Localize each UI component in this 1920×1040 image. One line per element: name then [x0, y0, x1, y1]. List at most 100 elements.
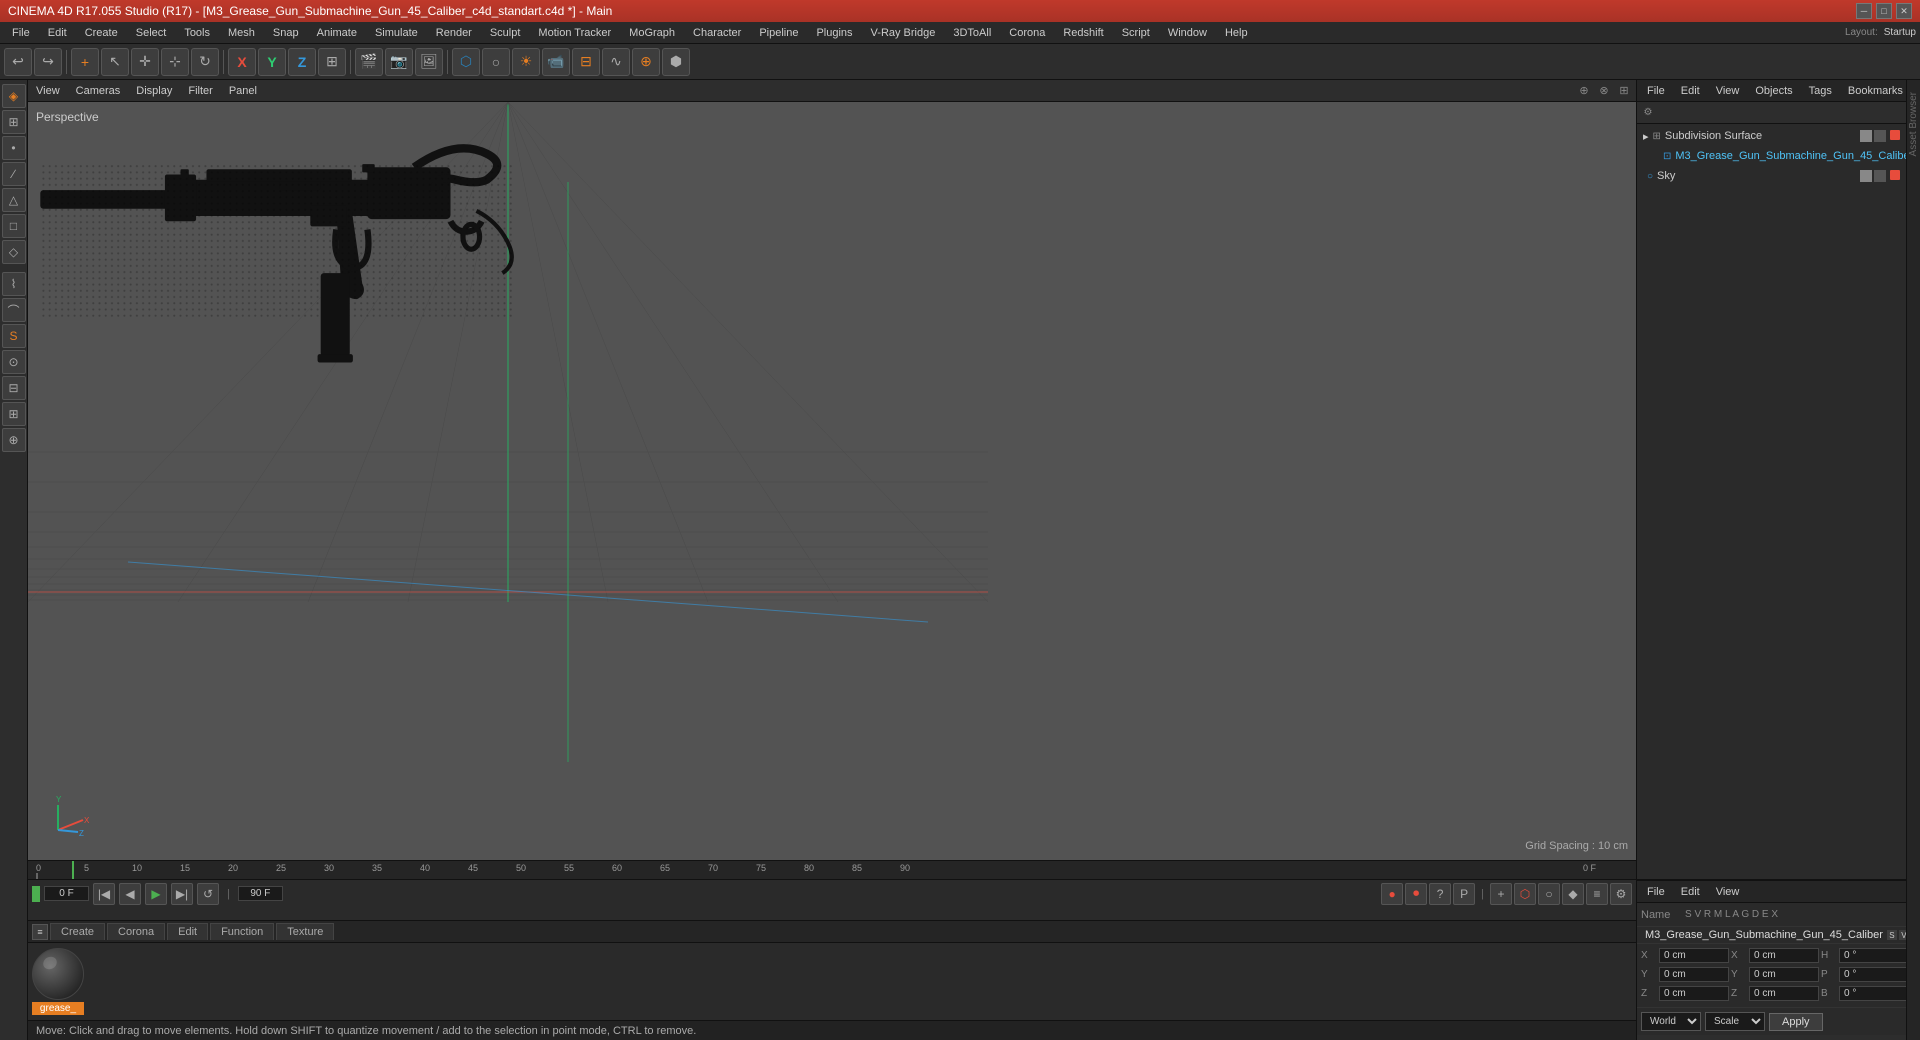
remove-keyframe-button[interactable]: ⬡	[1514, 883, 1536, 905]
om-menu-objects[interactable]: Objects	[1749, 83, 1798, 99]
menu-3dtoall[interactable]: 3DToAll	[945, 25, 999, 41]
tool-line[interactable]: ⌇	[2, 272, 26, 296]
render-button[interactable]: 🎬	[355, 48, 383, 76]
object-item-gun[interactable]: ⊡ M3_Grease_Gun_Submachine_Gun_45_Calibe…	[1639, 146, 1904, 166]
scale-select[interactable]: Scale	[1705, 1012, 1765, 1031]
viewport-menu-filter[interactable]: Filter	[184, 83, 216, 99]
menu-vray[interactable]: V-Ray Bridge	[863, 25, 944, 41]
timeline-cursor[interactable]	[72, 861, 74, 879]
floor-button[interactable]: ⊟	[572, 48, 600, 76]
menu-redshift[interactable]: Redshift	[1055, 25, 1111, 41]
attr-x-pos-input[interactable]	[1659, 948, 1729, 963]
om-menu-file[interactable]: File	[1641, 83, 1671, 99]
menu-motion-tracker[interactable]: Motion Tracker	[530, 25, 619, 41]
maximize-button[interactable]: □	[1876, 3, 1892, 19]
tool-mesh[interactable]: ⊞	[2, 402, 26, 426]
attr-z-pos-input[interactable]	[1659, 986, 1729, 1001]
add-keyframe-button[interactable]: +	[1490, 883, 1512, 905]
tool-grid[interactable]: ⊟	[2, 376, 26, 400]
viewport-3d[interactable]: Perspective Grid Spacing : 10 cm X Y Z	[28, 102, 1636, 860]
auto-key-button[interactable]: ⏺	[1405, 883, 1427, 905]
axis-z-button[interactable]: Z	[288, 48, 316, 76]
tool-s[interactable]: S	[2, 324, 26, 348]
menu-mograph[interactable]: MoGraph	[621, 25, 683, 41]
menu-pipeline[interactable]: Pipeline	[751, 25, 806, 41]
rotate-tool-button[interactable]: ↻	[191, 48, 219, 76]
key-all-button[interactable]: ?	[1429, 883, 1451, 905]
attr-y-rot-input[interactable]	[1749, 967, 1819, 982]
cube-button[interactable]: ⬡	[452, 48, 480, 76]
sweep-button[interactable]: ⊕	[632, 48, 660, 76]
obj-visible-btn[interactable]	[1860, 130, 1872, 142]
menu-render[interactable]: Render	[428, 25, 480, 41]
attr-b-input[interactable]	[1839, 986, 1909, 1001]
mode-object[interactable]: □	[2, 214, 26, 238]
tool-brush[interactable]: ⊙	[2, 350, 26, 374]
menu-edit[interactable]: Edit	[40, 25, 75, 41]
minimize-button[interactable]: ─	[1856, 3, 1872, 19]
add-object-button[interactable]: +	[71, 48, 99, 76]
menu-animate[interactable]: Animate	[309, 25, 365, 41]
obj-visible-btn-sky[interactable]	[1860, 170, 1872, 182]
viewport-menu-panel[interactable]: Panel	[225, 83, 261, 99]
all-axes-button[interactable]: ⊞	[318, 48, 346, 76]
record-button[interactable]: ●	[1381, 883, 1403, 905]
apply-button[interactable]: Apply	[1769, 1013, 1823, 1031]
viewport-menu-view[interactable]: View	[32, 83, 64, 99]
mat-tab-edit[interactable]: Edit	[167, 923, 208, 940]
obj-render-btn-sky[interactable]	[1874, 170, 1886, 182]
attr-icon-1[interactable]: S	[1887, 930, 1897, 940]
menu-window[interactable]: Window	[1160, 25, 1215, 41]
render-to-picture-viewer-button[interactable]: 🖼	[415, 48, 443, 76]
attr-z-rot-input[interactable]	[1749, 986, 1819, 1001]
live-select-button[interactable]: ↖	[101, 48, 129, 76]
mode-polygons[interactable]: △	[2, 188, 26, 212]
menu-simulate[interactable]: Simulate	[367, 25, 426, 41]
menu-mesh[interactable]: Mesh	[220, 25, 263, 41]
attr-p-input[interactable]	[1839, 967, 1909, 982]
menu-tools[interactable]: Tools	[176, 25, 218, 41]
menu-select[interactable]: Select	[128, 25, 175, 41]
menu-corona[interactable]: Corona	[1001, 25, 1053, 41]
attr-h-input[interactable]	[1839, 948, 1909, 963]
mat-tab-texture[interactable]: Texture	[276, 923, 334, 940]
om-menu-tags[interactable]: Tags	[1803, 83, 1838, 99]
mode-sculpt[interactable]: ◇	[2, 240, 26, 264]
viewport-menu-display[interactable]: Display	[132, 83, 176, 99]
menu-help[interactable]: Help	[1217, 25, 1256, 41]
menu-create[interactable]: Create	[77, 25, 126, 41]
play-back-button[interactable]: ◀	[119, 883, 141, 905]
playback-extra-button[interactable]: ≡	[1586, 883, 1608, 905]
attr-x-rot-input[interactable]	[1749, 948, 1819, 963]
keyframe-diamond-button[interactable]: ◆	[1562, 883, 1584, 905]
settings-button[interactable]: ⚙	[1610, 883, 1632, 905]
mode-texture[interactable]: ⊞	[2, 110, 26, 134]
menu-snap[interactable]: Snap	[265, 25, 307, 41]
axis-x-button[interactable]: X	[228, 48, 256, 76]
sphere-button[interactable]: ○	[482, 48, 510, 76]
mode-model[interactable]: ◈	[2, 84, 26, 108]
menu-file[interactable]: File	[4, 25, 38, 41]
light-button[interactable]: ☀	[512, 48, 540, 76]
attr-menu-edit[interactable]: Edit	[1675, 884, 1706, 900]
spline-button[interactable]: ∿	[602, 48, 630, 76]
loop-button[interactable]: ↺	[197, 883, 219, 905]
menu-character[interactable]: Character	[685, 25, 749, 41]
object-item-subdivision[interactable]: ▸ ⊞ Subdivision Surface	[1639, 126, 1904, 146]
om-menu-bookmarks[interactable]: Bookmarks	[1842, 83, 1909, 99]
mat-tab-create[interactable]: Create	[50, 923, 105, 940]
keyframe-circle-button[interactable]: ○	[1538, 883, 1560, 905]
om-menu-view[interactable]: View	[1710, 83, 1746, 99]
attr-menu-file[interactable]: File	[1641, 884, 1671, 900]
material-slot[interactable]: grease_	[32, 948, 84, 1015]
viewport-icon-3[interactable]: ⊞	[1616, 83, 1632, 99]
menu-sculpt[interactable]: Sculpt	[482, 25, 529, 41]
close-button[interactable]: ✕	[1896, 3, 1912, 19]
om-menu-edit[interactable]: Edit	[1675, 83, 1706, 99]
window-controls[interactable]: ─ □ ✕	[1856, 3, 1912, 19]
mat-tab-corona[interactable]: Corona	[107, 923, 165, 940]
viewport-icon-2[interactable]: ⊗	[1596, 83, 1612, 99]
material-tab-menu[interactable]: ≡	[32, 924, 48, 940]
viewport-menu-cameras[interactable]: Cameras	[72, 83, 125, 99]
menu-script[interactable]: Script	[1114, 25, 1158, 41]
